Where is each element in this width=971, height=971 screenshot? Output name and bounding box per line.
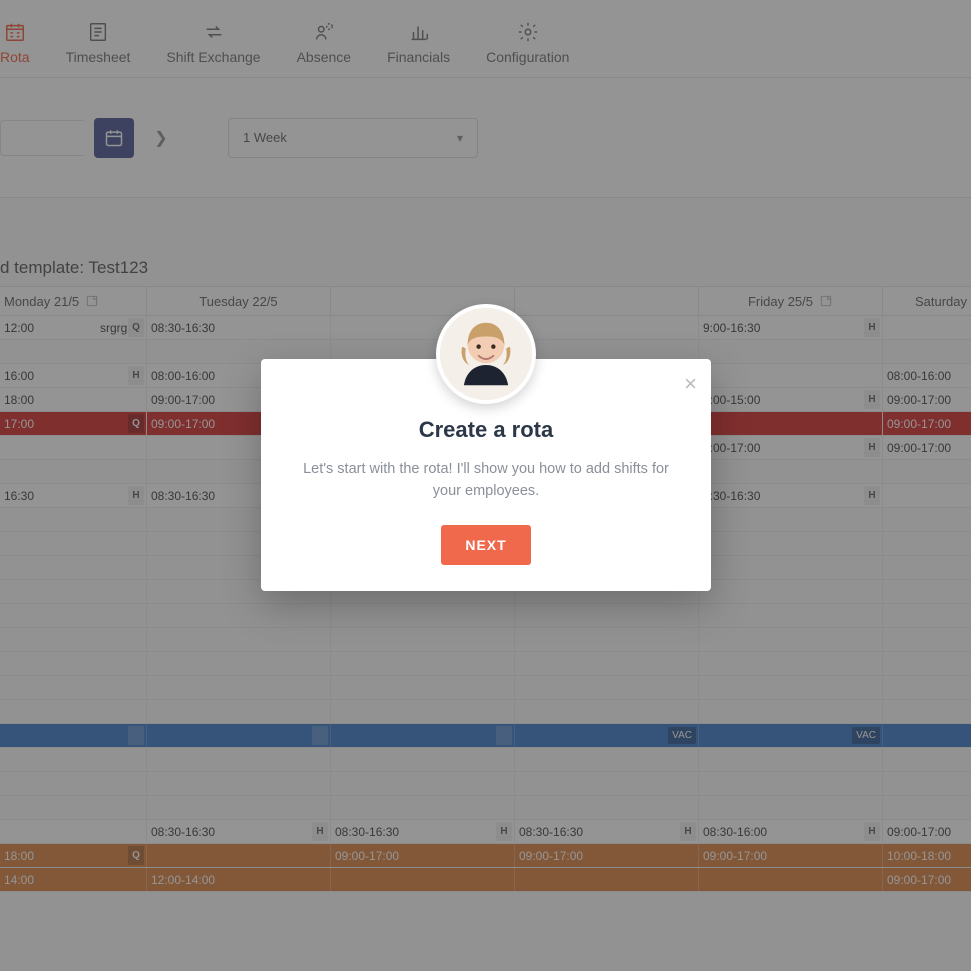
guide-avatar — [436, 304, 536, 404]
modal-next-button[interactable]: NEXT — [441, 525, 530, 565]
modal-title: Create a rota — [261, 417, 711, 443]
onboarding-modal: × Create a rota Let's start with the rot… — [261, 359, 711, 591]
modal-close-button[interactable]: × — [684, 373, 697, 395]
close-icon: × — [684, 371, 697, 396]
modal-body: Let's start with the rota! I'll show you… — [297, 459, 675, 503]
